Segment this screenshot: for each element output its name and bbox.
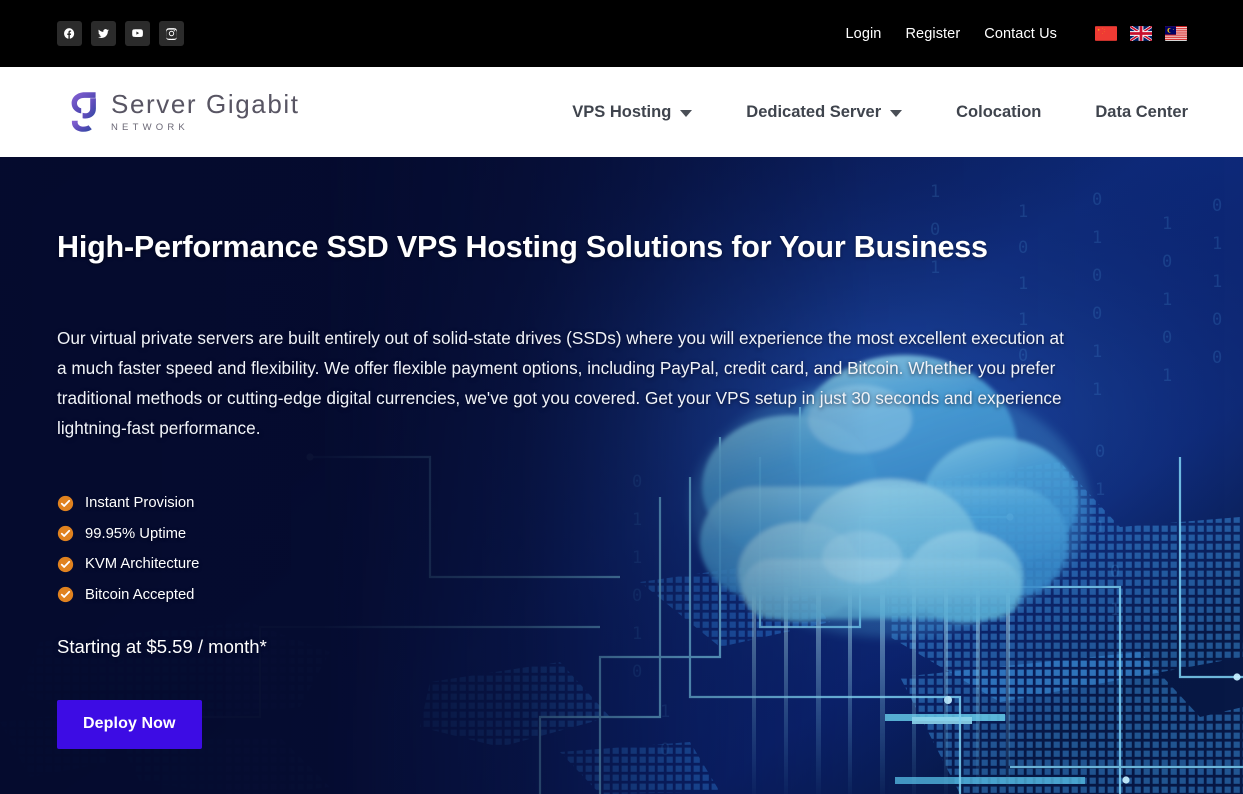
svg-text:1: 1	[1095, 480, 1105, 500]
feature-list: Instant Provision 99.95% Uptime KVM Arch…	[57, 495, 1075, 604]
nav-item-dedicated-server[interactable]: Dedicated Server	[719, 103, 929, 122]
svg-text:0: 0	[1092, 266, 1102, 286]
chevron-down-icon	[680, 109, 693, 117]
svg-text:0: 0	[1162, 328, 1172, 348]
register-link[interactable]: Register	[893, 26, 972, 42]
svg-text:1: 1	[1162, 366, 1172, 386]
svg-text:1: 1	[1162, 214, 1172, 234]
check-circle-icon	[57, 556, 74, 573]
twitter-icon	[97, 27, 110, 40]
svg-text:0: 0	[1212, 310, 1222, 330]
list-item: 99.95% Uptime	[57, 525, 1075, 542]
page-title: High-Performance SSD VPS Hosting Solutio…	[57, 230, 988, 264]
social-link-instagram[interactable]	[159, 21, 184, 46]
svg-text:1: 1	[1092, 380, 1102, 400]
feature-label: Instant Provision	[85, 495, 195, 512]
check-circle-icon	[57, 525, 74, 542]
svg-text:1: 1	[1162, 290, 1172, 310]
svg-text:0: 0	[1212, 196, 1222, 216]
svg-text:0: 0	[1092, 304, 1102, 324]
check-circle-icon	[57, 495, 74, 512]
svg-text:0: 0	[1162, 252, 1172, 272]
facebook-icon	[63, 27, 76, 40]
main-navigation: VPS Hosting Dedicated Server Colocation …	[545, 103, 1243, 122]
social-links-group	[57, 21, 184, 46]
top-right-group: Login Register Contact Us	[833, 26, 1187, 42]
login-link[interactable]: Login	[833, 26, 893, 42]
contact-us-link[interactable]: Contact Us	[972, 26, 1069, 42]
feature-label: KVM Architecture	[85, 556, 200, 573]
list-item: Bitcoin Accepted	[57, 586, 1075, 603]
nav-label-data-center: Data Center	[1095, 102, 1188, 121]
logo-subtitle: NETWORK	[111, 121, 189, 133]
nav-label-dedicated-server: Dedicated Server	[746, 102, 882, 121]
logo-name: Server Gigabit	[111, 89, 300, 120]
starting-price-text: Starting at $5.59 / month*	[57, 636, 267, 658]
social-link-facebook[interactable]	[57, 21, 82, 46]
hero-content: High-Performance SSD VPS Hosting Solutio…	[0, 157, 1075, 750]
list-item: KVM Architecture	[57, 556, 1075, 573]
svg-text:0: 0	[1095, 442, 1105, 462]
flag-icon-english[interactable]	[1130, 26, 1152, 41]
feature-label: 99.95% Uptime	[85, 525, 187, 542]
svg-text:1: 1	[1092, 342, 1102, 362]
youtube-icon	[131, 27, 144, 40]
chevron-down-icon	[890, 109, 903, 117]
logo-text-block: Server Gigabit NETWORK	[111, 91, 300, 133]
svg-text:1: 1	[1092, 228, 1102, 248]
deploy-now-button[interactable]: Deploy Now	[57, 700, 202, 750]
hero-section: 101 10 010 011 101 01 011 00 101 011 010…	[0, 157, 1243, 794]
social-link-youtube[interactable]	[125, 21, 150, 46]
instagram-icon	[165, 27, 178, 40]
svg-text:0: 0	[1212, 348, 1222, 368]
check-circle-icon	[57, 586, 74, 603]
top-utility-bar: Login Register Contact Us	[0, 0, 1243, 67]
feature-label: Bitcoin Accepted	[85, 586, 195, 603]
logo-g-mark-icon	[68, 91, 100, 133]
hero-description: Our virtual private servers are built en…	[57, 327, 1064, 438]
svg-text:1: 1	[1212, 234, 1222, 254]
language-flags-group	[1095, 26, 1187, 41]
flag-icon-chinese[interactable]	[1095, 26, 1117, 41]
site-logo[interactable]: Server Gigabit NETWORK	[68, 91, 300, 133]
nav-label-vps-hosting: VPS Hosting	[572, 102, 672, 121]
social-link-twitter[interactable]	[91, 21, 116, 46]
svg-text:1: 1	[1212, 272, 1222, 292]
list-item: Instant Provision	[57, 495, 1075, 512]
site-header: Server Gigabit NETWORK VPS Hosting Dedic…	[0, 67, 1243, 157]
nav-label-colocation: Colocation	[956, 102, 1042, 121]
svg-text:0: 0	[1092, 190, 1102, 210]
nav-item-data-center[interactable]: Data Center	[1068, 103, 1215, 122]
nav-item-colocation[interactable]: Colocation	[929, 103, 1068, 122]
nav-item-vps-hosting[interactable]: VPS Hosting	[545, 103, 719, 122]
flag-icon-malay[interactable]	[1165, 26, 1187, 41]
